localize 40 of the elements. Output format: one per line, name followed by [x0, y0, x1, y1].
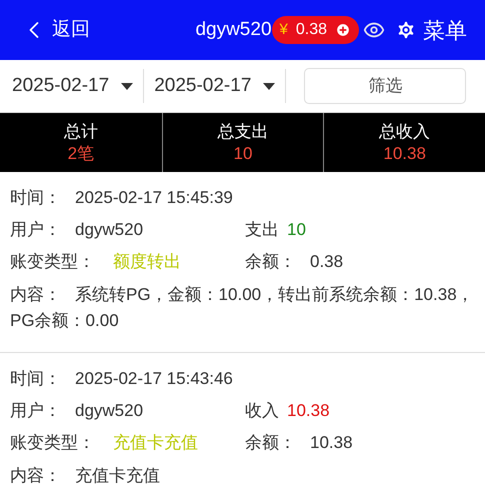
menu-button[interactable]: 菜单	[395, 14, 467, 46]
field-label: 收入	[245, 400, 279, 422]
dropdown-caret-icon	[263, 82, 276, 90]
user-value: dgyw520	[75, 400, 144, 422]
field-label: 余额：	[245, 251, 297, 274]
time-value: 2025-02-17 15:43:46	[75, 368, 233, 390]
balance-amount: 0.38	[296, 20, 327, 40]
summary-label: 总计	[64, 120, 98, 142]
amount-value: 10.38	[287, 400, 330, 422]
dropdown-caret-icon	[121, 82, 134, 90]
currency-symbol: ¥	[280, 20, 288, 40]
field-label: 时间：	[10, 368, 62, 390]
field-label: 账变类型：	[10, 432, 96, 454]
type-value: 额度转出	[113, 251, 181, 274]
back-button[interactable]: 返回	[20, 16, 90, 44]
content-text: 内容： 系统转PG，金额：10.00，转出前系统余额：10.38，PG余额：0.00	[10, 284, 475, 332]
balance-value: 10.38	[310, 432, 353, 454]
start-date-dropdown[interactable]: 2025-02-17	[0, 69, 144, 103]
user-value: dgyw520	[75, 219, 144, 242]
filter-button[interactable]: 筛选	[304, 68, 466, 104]
field-label: 用户：	[10, 400, 62, 422]
end-date-dropdown[interactable]: 2025-02-17	[144, 69, 286, 103]
field-label: 用户：	[10, 219, 62, 242]
add-icon	[335, 22, 351, 38]
field-label: 余额：	[245, 432, 297, 454]
balance-pill[interactable]: ¥ 0.38	[272, 16, 359, 44]
summary-value: 2笔	[68, 142, 94, 164]
field-label: 支出	[245, 219, 279, 242]
content-text: 内容： 充值卡充值	[10, 465, 161, 487]
field-label: 时间：	[10, 187, 62, 210]
username: dgyw520	[195, 18, 272, 42]
time-value: 2025-02-17 15:45:39	[75, 187, 233, 210]
amount-value: 10	[287, 219, 306, 242]
summary-label: 总支出	[217, 120, 268, 142]
summary-value: 10	[234, 142, 252, 164]
summary-label: 总收入	[379, 120, 430, 142]
type-value: 充值卡充值	[113, 432, 198, 454]
summary-value: 10.38	[383, 142, 426, 164]
balance-value: 0.38	[310, 251, 344, 274]
field-label: 账变类型：	[10, 251, 96, 274]
